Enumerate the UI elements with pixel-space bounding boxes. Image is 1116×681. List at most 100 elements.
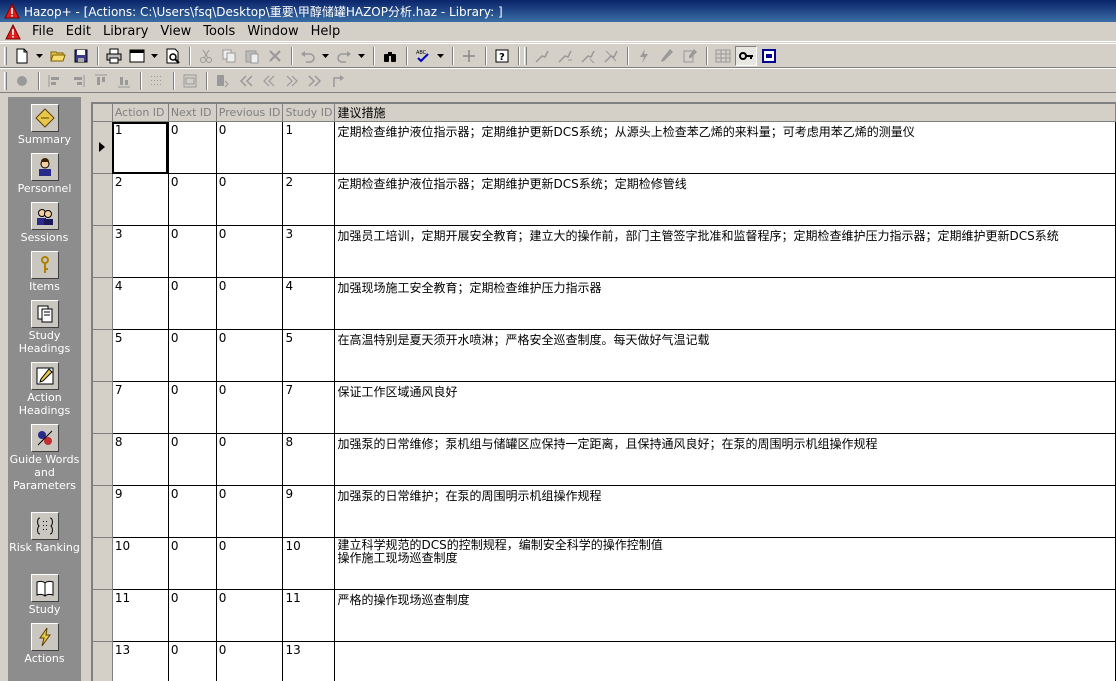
print-button[interactable] [103, 46, 125, 66]
cell-study-id[interactable]: 9 [282, 485, 336, 538]
row-selector[interactable] [92, 381, 113, 434]
grid-corner[interactable] [92, 103, 113, 122]
menu-edit[interactable]: Edit [60, 24, 97, 39]
action-button-3[interactable] [679, 46, 701, 66]
cell-action-id[interactable]: 13 [111, 641, 169, 681]
sidebar-item-guide-words[interactable]: Guide Words and Parameters [8, 424, 81, 492]
link-button-2[interactable] [554, 46, 576, 66]
sidebar-item-items[interactable]: Items [8, 251, 81, 293]
cell-recommendation[interactable]: 加强泵的日常维护；在泵的周围明示机组操作规程 [334, 485, 1116, 538]
row-selector[interactable] [92, 329, 113, 382]
menu-help[interactable]: Help [305, 24, 347, 39]
cell-previous-id[interactable]: 0 [215, 173, 284, 226]
cell-study-id[interactable]: 7 [282, 381, 336, 434]
cell-next-id[interactable]: 0 [167, 537, 217, 590]
align-right-button[interactable] [67, 71, 89, 91]
align-bottom-button[interactable] [113, 71, 135, 91]
cell-previous-id[interactable]: 0 [215, 433, 284, 486]
undo-button[interactable] [297, 46, 319, 66]
cut-button[interactable] [195, 46, 217, 66]
cell-previous-id[interactable]: 0 [215, 641, 284, 681]
new-button[interactable] [11, 46, 33, 66]
table-row[interactable]: 1 0 0 1 定期检查维护液位指示器；定期维护更新DCS系统；从源头上检查苯乙… [92, 121, 1116, 174]
link-button-4[interactable] [600, 46, 622, 66]
new-dropdown-arrow[interactable] [34, 46, 44, 66]
cell-previous-id[interactable]: 0 [215, 537, 284, 590]
table-row[interactable]: 10 0 0 10 建立科学规范的DCS的控制规程，编制安全科学的操作控制值 操… [92, 537, 1116, 590]
save-button[interactable] [70, 46, 92, 66]
cell-recommendation[interactable]: 定期检查维护液位指示器；定期维护更新DCS系统；从源头上检查苯乙烯的来料量；可考… [334, 121, 1116, 174]
cell-study-id[interactable]: 5 [282, 329, 336, 382]
toolbar-grip[interactable] [4, 71, 7, 90]
page-setup-button[interactable] [126, 46, 148, 66]
sidebar-item-sessions[interactable]: Sessions [8, 202, 81, 244]
table-row[interactable]: 7 0 0 7 保证工作区域通风良好 [92, 381, 1116, 434]
cell-recommendation[interactable]: 加强现场施工安全教育；定期检查维护压力指示器 [334, 277, 1116, 330]
cell-recommendation[interactable]: 严格的操作现场巡查制度 [334, 589, 1116, 642]
cell-action-id[interactable]: 11 [111, 589, 169, 642]
redo-dropdown-arrow[interactable] [356, 46, 366, 66]
spellcheck-button[interactable]: ABC [412, 46, 434, 66]
row-selector[interactable] [92, 589, 113, 642]
cell-recommendation[interactable]: 定期检查维护液位指示器；定期维护更新DCS系统；定期检修管线 [334, 173, 1116, 226]
open-button[interactable] [47, 46, 69, 66]
sidebar-item-actions[interactable]: Actions [8, 623, 81, 665]
cell-previous-id[interactable]: 0 [215, 329, 284, 382]
table-row[interactable]: 9 0 0 9 加强泵的日常维护；在泵的周围明示机组操作规程 [92, 485, 1116, 538]
column-header-next-id[interactable]: Next ID [167, 103, 217, 122]
cell-study-id[interactable]: 1 [282, 121, 336, 174]
link-button-1[interactable] [531, 46, 553, 66]
report-button[interactable] [758, 46, 780, 66]
align-left-button[interactable] [44, 71, 66, 91]
cell-recommendation[interactable]: 加强员工培训，定期开展安全教育；建立大的操作前，部门主管签字批准和监督程序；定期… [334, 225, 1116, 278]
cell-action-id[interactable]: 3 [111, 225, 169, 278]
grid-view-button[interactable] [712, 46, 734, 66]
sidebar-item-study[interactable]: Study [8, 574, 81, 616]
cell-next-id[interactable]: 0 [167, 329, 217, 382]
bookmark-button[interactable] [212, 71, 234, 91]
toolbar-grip[interactable] [4, 46, 7, 65]
cell-next-id[interactable]: 0 [167, 589, 217, 642]
cell-recommendation[interactable] [334, 641, 1116, 681]
cell-recommendation[interactable]: 加强泵的日常维修；泵机组与储罐区应保持一定距离，且保持通风良好；在泵的周围明示机… [334, 433, 1116, 486]
sidebar-item-personnel[interactable]: Personnel [8, 153, 81, 195]
sidebar-item-action-headings[interactable]: Action Headings [8, 362, 81, 417]
cell-previous-id[interactable]: 0 [215, 121, 284, 174]
row-selector[interactable] [92, 537, 113, 590]
delete-button[interactable] [264, 46, 286, 66]
print-preview-button[interactable] [162, 46, 184, 66]
cell-next-id[interactable]: 0 [167, 433, 217, 486]
copy-button[interactable] [218, 46, 240, 66]
cell-previous-id[interactable]: 0 [215, 225, 284, 278]
action-button-2[interactable] [656, 46, 678, 66]
cell-action-id[interactable]: 1 [111, 121, 169, 174]
cell-previous-id[interactable]: 0 [215, 589, 284, 642]
sidebar-item-summary[interactable]: Summary [8, 104, 81, 146]
cell-next-id[interactable]: 0 [167, 277, 217, 330]
table-row[interactable]: 5 0 0 5 在高温特别是夏天须开水喷淋；严格安全巡查制度。每天做好气温记载 [92, 329, 1116, 382]
cell-next-id[interactable]: 0 [167, 225, 217, 278]
next-record-button[interactable] [281, 71, 303, 91]
cell-study-id[interactable]: 8 [282, 433, 336, 486]
help-button[interactable]: ? [491, 46, 513, 66]
spellcheck-dropdown-arrow[interactable] [435, 46, 445, 66]
warning-icon[interactable] [4, 23, 22, 40]
find-button[interactable] [379, 46, 401, 66]
last-record-button[interactable] [304, 71, 326, 91]
previous-record-button[interactable] [258, 71, 280, 91]
form-view-button[interactable] [179, 71, 201, 91]
cell-action-id[interactable]: 5 [111, 329, 169, 382]
cell-recommendation[interactable]: 在高温特别是夏天须开水喷淋；严格安全巡查制度。每天做好气温记载 [334, 329, 1116, 382]
table-row[interactable]: 2 0 0 2 定期检查维护液位指示器；定期维护更新DCS系统；定期检修管线 [92, 173, 1116, 226]
row-selector[interactable] [92, 277, 113, 330]
row-selector[interactable] [92, 225, 113, 278]
link-button-3[interactable] [577, 46, 599, 66]
action-button-1[interactable] [633, 46, 655, 66]
cell-action-id[interactable]: 9 [111, 485, 169, 538]
cell-previous-id[interactable]: 0 [215, 485, 284, 538]
column-header-previous-id[interactable]: Previous ID [215, 103, 284, 122]
cell-study-id[interactable]: 13 [282, 641, 336, 681]
first-record-button[interactable] [235, 71, 257, 91]
cell-previous-id[interactable]: 0 [215, 381, 284, 434]
row-selector[interactable] [92, 173, 113, 226]
